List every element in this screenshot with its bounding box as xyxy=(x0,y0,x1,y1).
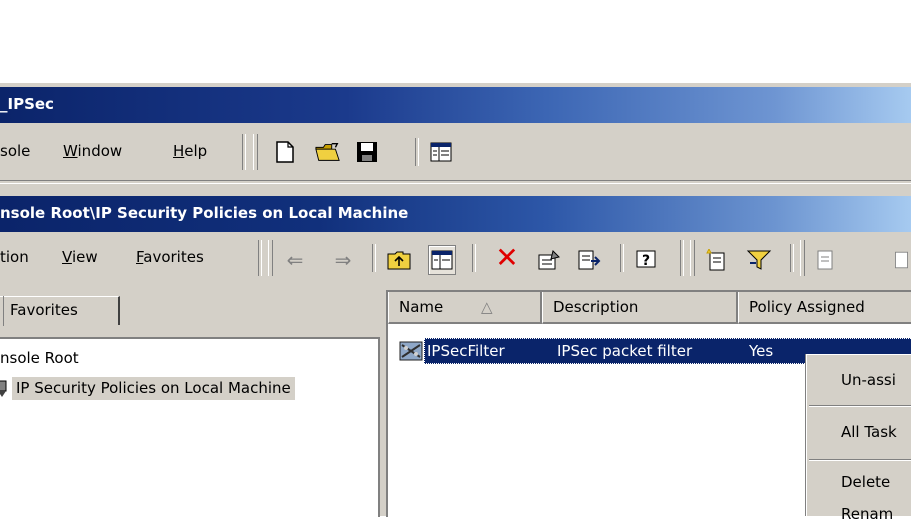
menu-help-rest: elp xyxy=(184,142,208,160)
tab-favorites-label: Favorites xyxy=(10,301,78,319)
column-header-name[interactable]: Name △ xyxy=(388,292,542,324)
menu-view[interactable]: View xyxy=(62,248,98,266)
toolbar-separator xyxy=(415,138,419,166)
sort-ascending-icon: △ xyxy=(481,298,493,316)
toolbar-grip[interactable] xyxy=(690,240,695,276)
menu-window-accel: W xyxy=(63,142,78,160)
context-item-unassign[interactable]: Un-assi xyxy=(841,371,896,389)
toolbar-separator xyxy=(620,244,624,272)
menu-window[interactable]: Window xyxy=(63,142,122,160)
child-window-title-bar[interactable]: nsole Root\IP Security Policies on Local… xyxy=(0,196,911,232)
delete-icon[interactable]: ✕ xyxy=(494,244,520,272)
child-window-title: nsole Root\IP Security Policies on Local… xyxy=(0,204,409,222)
console-tree[interactable]: nsole Root IP Security Policies on Local… xyxy=(0,337,380,517)
column-header-description[interactable]: Description xyxy=(542,292,738,324)
toolbar-grip[interactable] xyxy=(268,240,273,276)
main-menu-bar: sole Window Help xyxy=(0,128,911,176)
assign-policy-icon[interactable] xyxy=(812,248,838,272)
tab-favorites[interactable]: Favorites xyxy=(0,296,120,325)
help-icon[interactable]: ? xyxy=(634,248,660,272)
cell-description: IPSec packet filter xyxy=(557,342,693,360)
window-title: _IPSec xyxy=(0,95,54,113)
window-title-bar[interactable]: _IPSec xyxy=(0,87,911,123)
context-separator xyxy=(809,459,911,461)
menu-separator xyxy=(258,240,262,276)
scope-pane-tabs: Favorites xyxy=(0,290,380,332)
show-hide-tree-icon[interactable] xyxy=(428,140,454,164)
cell-name: IPSecFilter xyxy=(427,342,505,360)
column-description-label: Description xyxy=(553,298,639,316)
policy-icon xyxy=(398,339,426,363)
column-name-label: Name xyxy=(399,298,444,316)
menu-view-rest: iew xyxy=(71,248,98,266)
context-menu: Un-assi All Task Delete Renam xyxy=(806,354,911,523)
toolbar-separator xyxy=(680,240,684,276)
column-header-policy-assigned[interactable]: Policy Assigned xyxy=(738,292,911,324)
forward-arrow-icon[interactable]: ⇒ xyxy=(330,248,356,272)
toolbar-separator xyxy=(372,244,376,272)
menu-window-rest: indow xyxy=(77,142,123,160)
context-item-all-tasks[interactable]: All Task xyxy=(841,423,897,441)
up-one-level-icon[interactable] xyxy=(386,248,412,272)
toolbar-grip[interactable] xyxy=(800,240,805,276)
context-item-rename[interactable]: Renam xyxy=(841,505,893,523)
tab-divider xyxy=(0,296,4,326)
toolbar-separator xyxy=(790,244,794,272)
tree-item-ip-security-policies[interactable]: IP Security Policies on Local Machine xyxy=(12,377,295,400)
ip-security-icon xyxy=(0,377,10,399)
manage-filters-icon[interactable] xyxy=(746,248,772,272)
context-item-delete[interactable]: Delete xyxy=(841,473,890,491)
menu-console[interactable]: sole xyxy=(0,142,30,160)
context-separator xyxy=(809,405,911,407)
save-icon[interactable] xyxy=(354,140,380,164)
export-list-icon[interactable] xyxy=(576,248,602,272)
child-menu-toolbar: tion View Favorites ⇐ ⇒ ✕ ? xyxy=(0,234,911,284)
column-policy-assigned-label: Policy Assigned xyxy=(749,298,865,316)
menu-action[interactable]: tion xyxy=(0,248,29,266)
cell-policy-assigned: Yes xyxy=(749,342,774,360)
menu-favorites-rest: avorites xyxy=(143,248,204,266)
open-folder-icon[interactable] xyxy=(315,140,341,164)
toolbar-separator xyxy=(472,244,476,272)
back-arrow-icon[interactable]: ⇐ xyxy=(282,248,308,272)
menu-help[interactable]: Help xyxy=(173,142,207,160)
create-policy-icon[interactable] xyxy=(704,248,730,272)
svg-text:?: ? xyxy=(642,253,650,269)
properties-icon[interactable] xyxy=(536,248,562,272)
tree-item-console-root[interactable]: nsole Root xyxy=(0,349,79,367)
tree-item-label: IP Security Policies on Local Machine xyxy=(16,379,291,397)
show-hide-tree-toggle-icon[interactable] xyxy=(428,245,456,275)
menu-help-accel: H xyxy=(173,142,185,160)
menu-separator xyxy=(242,134,246,170)
unassign-policy-icon[interactable] xyxy=(892,248,911,272)
menu-view-accel: V xyxy=(62,248,72,266)
new-document-icon[interactable] xyxy=(272,140,298,164)
toolbar-grip[interactable] xyxy=(253,134,258,170)
mdi-divider xyxy=(0,180,911,184)
menu-favorites[interactable]: Favorites xyxy=(136,248,204,266)
